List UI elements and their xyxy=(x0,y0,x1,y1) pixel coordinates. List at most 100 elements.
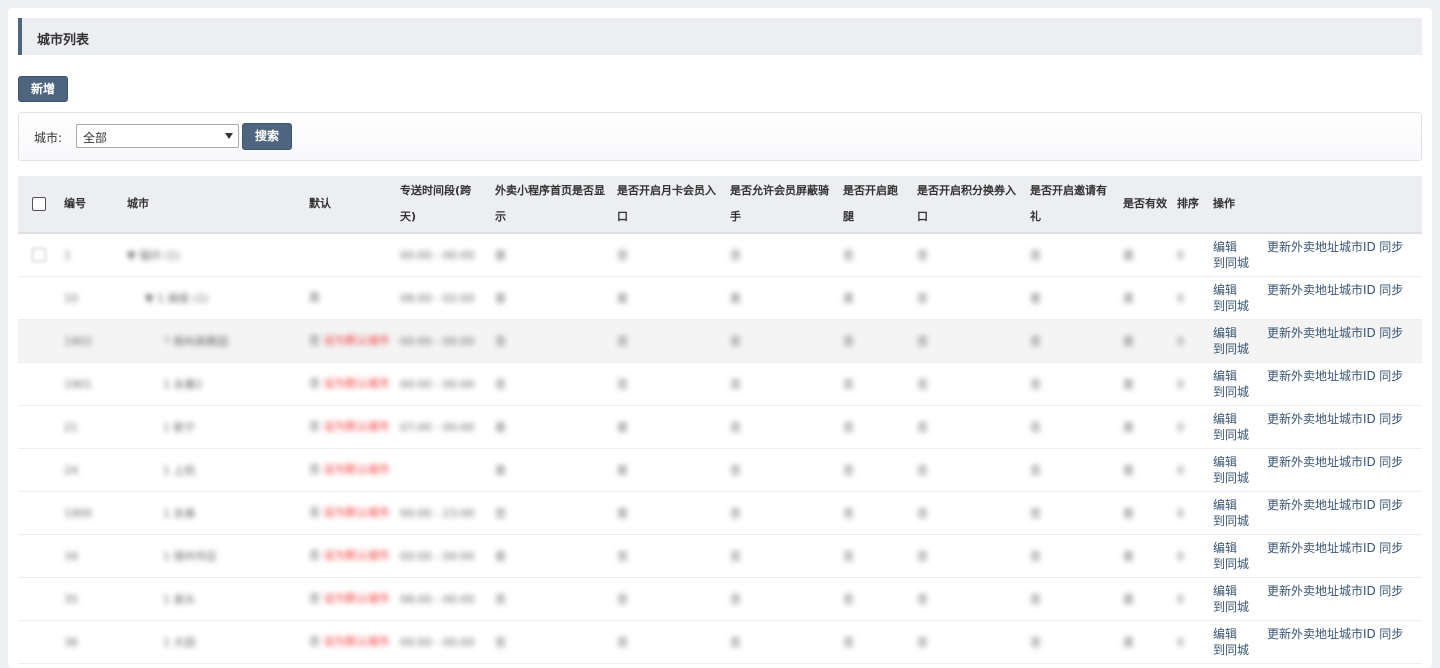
col-header-default[interactable]: 默认 xyxy=(304,176,395,234)
city-select-value: 全部 xyxy=(83,131,108,145)
update-city-id-link[interactable]: 更新外卖地址城市ID xyxy=(1267,455,1376,469)
edit-link[interactable]: 编辑 xyxy=(1213,584,1237,598)
edit-link[interactable]: 编辑 xyxy=(1213,455,1237,469)
update-city-id-link[interactable]: 更新外卖地址城市ID xyxy=(1267,541,1376,555)
sync-link[interactable]: 同步 xyxy=(1379,369,1403,383)
select-all-checkbox[interactable] xyxy=(31,197,46,211)
col-header-city[interactable]: 城市 xyxy=(122,176,304,234)
sync-to-city-link[interactable]: 到同城 xyxy=(1213,600,1249,614)
table-row: 1902 └ 南屿高教园 否 设为默认城市 00:00 - 00:00 否 否 否 否 否 否 是 0… xyxy=(18,319,1422,363)
update-city-id-link[interactable]: 更新外卖地址城市ID xyxy=(1267,283,1376,297)
add-button[interactable]: 新增 xyxy=(18,76,68,102)
col-header-monthly-card[interactable]: 是否开启月卡会员入口 xyxy=(612,176,725,234)
city-select[interactable]: 全部 xyxy=(76,124,239,148)
edit-link[interactable]: 编辑 xyxy=(1213,240,1237,254)
row-valid: 是 xyxy=(1123,421,1134,434)
row-block-rider: 否 xyxy=(730,421,741,434)
set-default-link[interactable]: 设为默认城市 xyxy=(324,463,390,476)
row-monthly-card: 是 xyxy=(617,421,628,434)
row-default: 否 xyxy=(309,463,320,476)
update-city-id-link[interactable]: 更新外卖地址城市ID xyxy=(1267,584,1376,598)
col-header-sort[interactable]: 排序 xyxy=(1172,176,1208,234)
row-sort: 0 xyxy=(1177,248,1184,262)
set-default-link[interactable]: 设为默认城市 xyxy=(324,635,390,648)
row-miniapp-show: 是 xyxy=(495,550,506,563)
sync-link[interactable]: 同步 xyxy=(1379,283,1403,297)
col-header-delivery-time[interactable]: 专送时间段(跨天) xyxy=(395,176,490,234)
edit-link[interactable]: 编辑 xyxy=(1213,498,1237,512)
sync-to-city-link[interactable]: 到同城 xyxy=(1213,643,1249,657)
sync-to-city-link[interactable]: 到同城 xyxy=(1213,299,1249,313)
row-default: 否 xyxy=(309,635,320,648)
row-valid: 是 xyxy=(1123,292,1134,305)
sync-to-city-link[interactable]: 到同城 xyxy=(1213,557,1249,571)
row-errand: 否 xyxy=(843,335,854,348)
row-miniapp-show: 否 xyxy=(495,593,506,606)
sync-link[interactable]: 同步 xyxy=(1379,455,1403,469)
update-city-id-link[interactable]: 更新外卖地址城市ID xyxy=(1267,627,1376,641)
row-id: 36 xyxy=(64,635,78,649)
col-header-errand[interactable]: 是否开启跑腿 xyxy=(838,176,912,234)
col-header-id[interactable]: 编号 xyxy=(59,176,122,234)
row-delivery-time: 00:00 - 00:00 xyxy=(400,635,475,649)
set-default-link[interactable]: 设为默认城市 xyxy=(324,334,390,347)
edit-link[interactable]: 编辑 xyxy=(1213,283,1237,297)
row-block-rider: 否 xyxy=(730,636,741,649)
set-default-link[interactable]: 设为默认城市 xyxy=(324,377,390,390)
row-sort: 0 xyxy=(1177,463,1184,477)
table-header-row: 编号 城市 默认 专送时间段(跨天) 外卖小程序首页是否显示 是否开启月卡会员入… xyxy=(18,176,1422,234)
set-default-link[interactable]: 设为默认城市 xyxy=(324,506,390,519)
col-header-points-coupon[interactable]: 是否开启积分换券入口 xyxy=(912,176,1025,234)
set-default-link[interactable]: 设为默认城市 xyxy=(324,549,390,562)
row-city: 1 永春2 xyxy=(163,378,203,391)
row-points-coupon: 否 xyxy=(917,421,928,434)
set-default-link[interactable]: 设为默认城市 xyxy=(324,592,390,605)
set-default-link[interactable]: 设为默认城市 xyxy=(324,420,390,433)
row-errand: 否 xyxy=(843,464,854,477)
sync-link[interactable]: 同步 xyxy=(1379,498,1403,512)
update-city-id-link[interactable]: 更新外卖地址城市ID xyxy=(1267,240,1376,254)
row-miniapp-show: 否 xyxy=(495,636,506,649)
table-row: 24 1 上杭 否 设为默认城市 是 是 否 否 否 否 是 0 编辑 更新外卖地址城市ID 同步 到同城 xyxy=(18,448,1422,492)
row-sort: 0 xyxy=(1177,420,1184,434)
row-points-coupon: 否 xyxy=(917,636,928,649)
sync-to-city-link[interactable]: 到同城 xyxy=(1213,342,1249,356)
row-points-coupon: 否 xyxy=(917,464,928,477)
sync-link[interactable]: 同步 xyxy=(1379,412,1403,426)
col-header-block-rider[interactable]: 是否允许会员屏蔽骑手 xyxy=(725,176,838,234)
sync-to-city-link[interactable]: 到同城 xyxy=(1213,514,1249,528)
sync-link[interactable]: 同步 xyxy=(1379,584,1403,598)
row-invite: 否 xyxy=(1030,636,1041,649)
search-button[interactable]: 搜索 xyxy=(242,123,292,150)
page-container: 城市列表 新增 城市: 全部 搜索 编号 城市 默认 专送时间段(跨天) 外卖小… xyxy=(8,8,1432,668)
update-city-id-link[interactable]: 更新外卖地址城市ID xyxy=(1267,326,1376,340)
update-city-id-link[interactable]: 更新外卖地址城市ID xyxy=(1267,498,1376,512)
sync-to-city-link[interactable]: 到同城 xyxy=(1213,385,1249,399)
sync-to-city-link[interactable]: 到同城 xyxy=(1213,471,1249,485)
sync-link[interactable]: 同步 xyxy=(1379,326,1403,340)
sync-link[interactable]: 同步 xyxy=(1379,240,1403,254)
col-header-miniapp-show[interactable]: 外卖小程序首页是否显示 xyxy=(490,176,612,234)
edit-link[interactable]: 编辑 xyxy=(1213,627,1237,641)
col-header-invite[interactable]: 是否开启邀请有礼 xyxy=(1025,176,1118,234)
edit-link[interactable]: 编辑 xyxy=(1213,412,1237,426)
edit-link[interactable]: 编辑 xyxy=(1213,326,1237,340)
filter-bar: 城市: 全部 搜索 xyxy=(18,112,1422,161)
row-checkbox[interactable] xyxy=(31,248,46,262)
sync-link[interactable]: 同步 xyxy=(1379,541,1403,555)
sync-to-city-link[interactable]: 到同城 xyxy=(1213,428,1249,442)
row-valid: 是 xyxy=(1123,378,1134,391)
row-miniapp-show: 是 xyxy=(495,421,506,434)
update-city-id-link[interactable]: 更新外卖地址城市ID xyxy=(1267,369,1376,383)
col-header-valid[interactable]: 是否有效 xyxy=(1118,176,1172,234)
row-delivery-time: 08:00 - 00:00 xyxy=(400,592,475,606)
edit-link[interactable]: 编辑 xyxy=(1213,369,1237,383)
sync-to-city-link[interactable]: 到同城 xyxy=(1213,256,1249,270)
edit-link[interactable]: 编辑 xyxy=(1213,541,1237,555)
row-valid: 是 xyxy=(1123,249,1134,262)
row-points-coupon: 否 xyxy=(917,378,928,391)
row-monthly-card: 是 xyxy=(617,507,628,520)
update-city-id-link[interactable]: 更新外卖地址城市ID xyxy=(1267,412,1376,426)
sync-link[interactable]: 同步 xyxy=(1379,627,1403,641)
col-header-actions: 操作 xyxy=(1208,176,1422,234)
